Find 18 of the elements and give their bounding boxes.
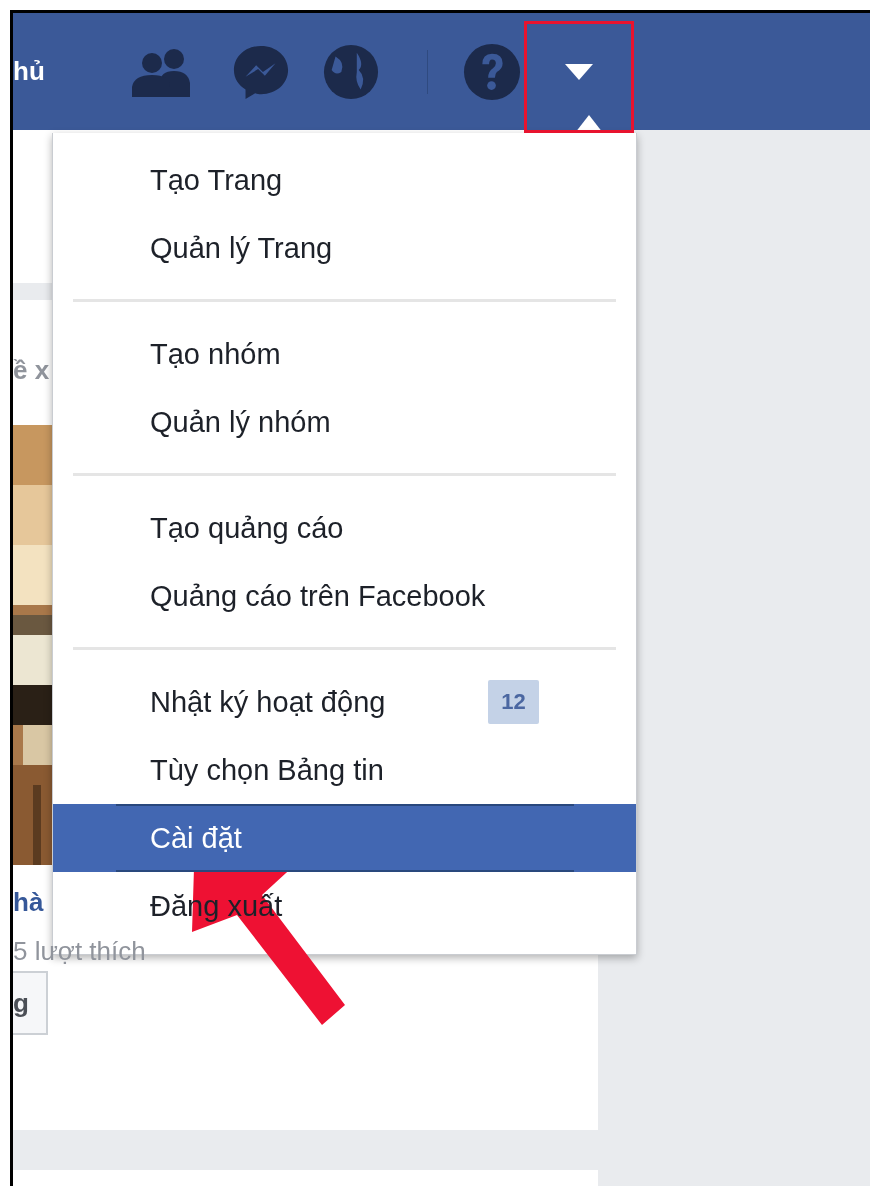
menu-item[interactable]: Quản lý Trang [53,214,636,282]
like-count: 5 lượt thích [13,936,146,967]
post-title: ề x [13,355,50,387]
caret-icon [565,63,593,80]
home-link[interactable]: hủ [13,56,130,87]
count-badge: 12 [488,680,539,724]
help-icon[interactable] [463,42,521,101]
menu-item[interactable]: Tạo quảng cáo [53,494,636,562]
menu-item[interactable]: Nhật ký hoạt động 12 [53,668,636,736]
menu-item[interactable]: Cài đặt [53,804,636,872]
menu-item[interactable]: Tạo nhóm [53,320,636,388]
menu-item[interactable]: Quản lý nhóm [53,388,636,456]
globe-icon[interactable] [322,42,380,101]
menu-item[interactable]: Quảng cáo trên Facebook [53,562,636,630]
menu-item[interactable]: Tạo Trang [53,146,636,214]
menu-notch [575,115,603,133]
menu-item[interactable]: Tùy chọn Bảng tin [53,736,636,804]
like-page-button[interactable]: g [13,971,48,1035]
